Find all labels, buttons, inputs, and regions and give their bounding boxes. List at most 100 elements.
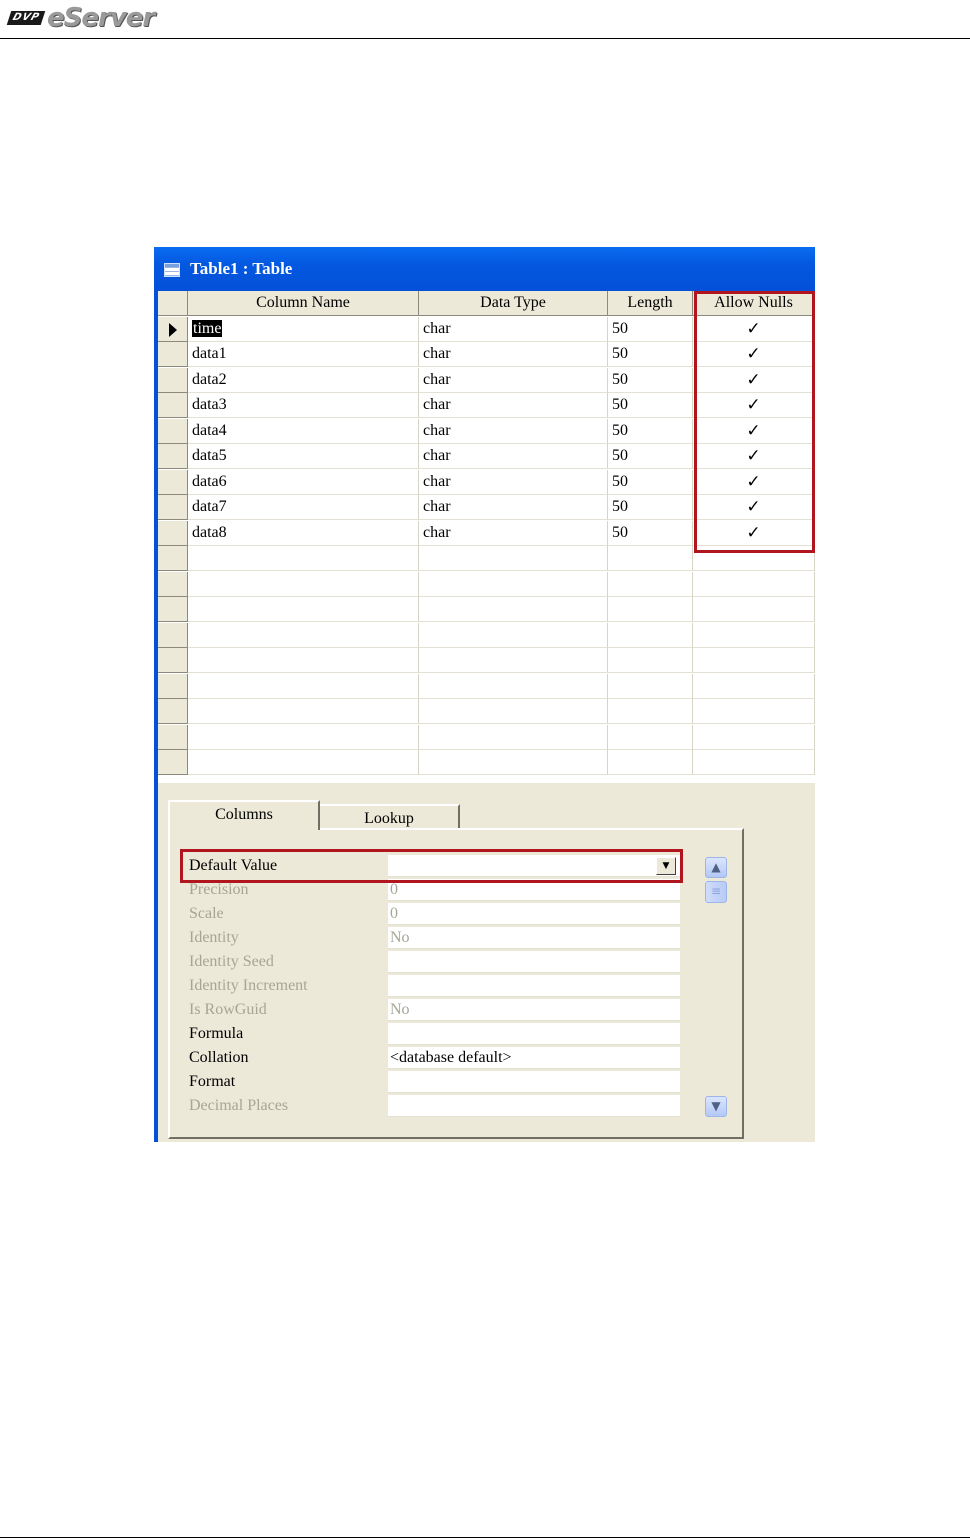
column-name-cell[interactable] <box>188 597 419 622</box>
row-selector[interactable] <box>158 597 188 622</box>
table-row[interactable]: data3 char 50 ✓ <box>158 393 815 418</box>
table-row[interactable]: data1 char 50 ✓ <box>158 342 815 367</box>
column-name-cell[interactable]: data6 <box>188 470 419 495</box>
tab-columns[interactable]: Columns <box>168 800 320 830</box>
empty-table-row[interactable] <box>158 648 815 673</box>
row-selector[interactable] <box>158 368 188 393</box>
length-cell[interactable] <box>608 546 693 571</box>
allow-nulls-checkbox[interactable]: ✓ <box>693 444 815 469</box>
column-name-text[interactable]: data5 <box>192 447 227 464</box>
column-name-cell[interactable]: data8 <box>188 521 419 546</box>
row-selector[interactable] <box>158 444 188 469</box>
dropdown-arrow-icon[interactable]: ▼ <box>656 857 676 875</box>
empty-table-row[interactable] <box>158 674 815 699</box>
row-selector[interactable] <box>158 342 188 367</box>
data-type-cell[interactable]: char <box>419 317 608 342</box>
column-name-cell[interactable]: data2 <box>188 368 419 393</box>
property-value-field[interactable]: ▼ <box>388 855 680 877</box>
data-type-cell[interactable]: char <box>419 521 608 546</box>
allow-nulls-checkbox[interactable]: ✓ <box>693 521 815 546</box>
empty-table-row[interactable] <box>158 597 815 622</box>
allow-nulls-checkbox[interactable] <box>693 572 815 597</box>
table-row[interactable]: data8 char 50 ✓ <box>158 521 815 546</box>
allow-nulls-checkbox[interactable] <box>693 546 815 571</box>
empty-table-row[interactable] <box>158 750 815 775</box>
column-name-cell[interactable]: time <box>188 317 419 342</box>
property-value-field[interactable]: <database default> <box>388 1047 680 1069</box>
data-type-cell[interactable]: char <box>419 495 608 520</box>
header-column-name[interactable]: Column Name <box>188 291 419 316</box>
allow-nulls-checkbox[interactable] <box>693 648 815 673</box>
row-selector[interactable] <box>158 674 188 699</box>
header-data-type[interactable]: Data Type <box>419 291 608 316</box>
allow-nulls-checkbox[interactable]: ✓ <box>693 470 815 495</box>
data-type-cell[interactable] <box>419 597 608 622</box>
allow-nulls-checkbox[interactable] <box>693 623 815 648</box>
empty-table-row[interactable] <box>158 725 815 750</box>
row-selector[interactable] <box>158 521 188 546</box>
length-cell[interactable]: 50 <box>608 419 693 444</box>
column-name-cell[interactable]: data7 <box>188 495 419 520</box>
data-type-cell[interactable]: char <box>419 470 608 495</box>
column-name-text[interactable]: data7 <box>192 498 227 515</box>
row-selector[interactable] <box>158 470 188 495</box>
window-titlebar[interactable]: Table1 : Table <box>154 247 815 291</box>
table-row[interactable]: data6 char 50 ✓ <box>158 470 815 495</box>
length-cell[interactable]: 50 <box>608 393 693 418</box>
row-selector[interactable] <box>158 495 188 520</box>
column-name-cell[interactable]: data3 <box>188 393 419 418</box>
allow-nulls-checkbox[interactable]: ✓ <box>693 495 815 520</box>
column-name-cell[interactable] <box>188 572 419 597</box>
table-row[interactable]: time char 50 ✓ <box>158 317 815 342</box>
column-name-text[interactable]: data1 <box>192 345 227 362</box>
length-cell[interactable] <box>608 674 693 699</box>
empty-table-row[interactable] <box>158 699 815 724</box>
length-cell[interactable] <box>608 572 693 597</box>
column-name-cell[interactable] <box>188 699 419 724</box>
column-name-text[interactable]: data3 <box>192 396 227 413</box>
data-type-cell[interactable] <box>419 674 608 699</box>
column-name-cell[interactable] <box>188 546 419 571</box>
column-name-text[interactable]: data8 <box>192 524 227 541</box>
length-cell[interactable] <box>608 699 693 724</box>
scroll-down-icon[interactable]: ▼ <box>705 1096 727 1117</box>
table-row[interactable]: data7 char 50 ✓ <box>158 495 815 520</box>
length-cell[interactable]: 50 <box>608 495 693 520</box>
column-name-text[interactable]: time <box>192 320 223 337</box>
row-selector[interactable] <box>158 546 188 571</box>
properties-scrollbar[interactable]: ▲ ≡ ▼ <box>705 857 727 1117</box>
length-cell[interactable]: 50 <box>608 342 693 367</box>
row-selector[interactable] <box>158 623 188 648</box>
column-name-cell[interactable]: data5 <box>188 444 419 469</box>
length-cell[interactable]: 50 <box>608 470 693 495</box>
length-cell[interactable] <box>608 648 693 673</box>
allow-nulls-checkbox[interactable]: ✓ <box>693 317 815 342</box>
allow-nulls-checkbox[interactable] <box>693 699 815 724</box>
allow-nulls-checkbox[interactable] <box>693 597 815 622</box>
length-cell[interactable]: 50 <box>608 521 693 546</box>
empty-table-row[interactable] <box>158 546 815 571</box>
property-value-field[interactable] <box>388 1071 680 1093</box>
column-name-text[interactable]: data2 <box>192 371 227 388</box>
property-value-field[interactable] <box>388 1023 680 1045</box>
data-type-cell[interactable] <box>419 648 608 673</box>
allow-nulls-checkbox[interactable]: ✓ <box>693 368 815 393</box>
row-selector[interactable] <box>158 750 188 775</box>
allow-nulls-checkbox[interactable] <box>693 674 815 699</box>
allow-nulls-checkbox[interactable]: ✓ <box>693 419 815 444</box>
data-type-cell[interactable] <box>419 572 608 597</box>
length-cell[interactable]: 50 <box>608 317 693 342</box>
length-cell[interactable] <box>608 597 693 622</box>
allow-nulls-checkbox[interactable] <box>693 725 815 750</box>
column-name-cell[interactable] <box>188 623 419 648</box>
table-row[interactable]: data2 char 50 ✓ <box>158 368 815 393</box>
row-selector[interactable] <box>158 317 188 342</box>
data-type-cell[interactable] <box>419 699 608 724</box>
data-type-cell[interactable] <box>419 750 608 775</box>
row-selector[interactable] <box>158 393 188 418</box>
data-type-cell[interactable]: char <box>419 368 608 393</box>
row-selector[interactable] <box>158 419 188 444</box>
column-name-cell[interactable]: data4 <box>188 419 419 444</box>
header-length[interactable]: Length <box>608 291 693 316</box>
length-cell[interactable] <box>608 623 693 648</box>
